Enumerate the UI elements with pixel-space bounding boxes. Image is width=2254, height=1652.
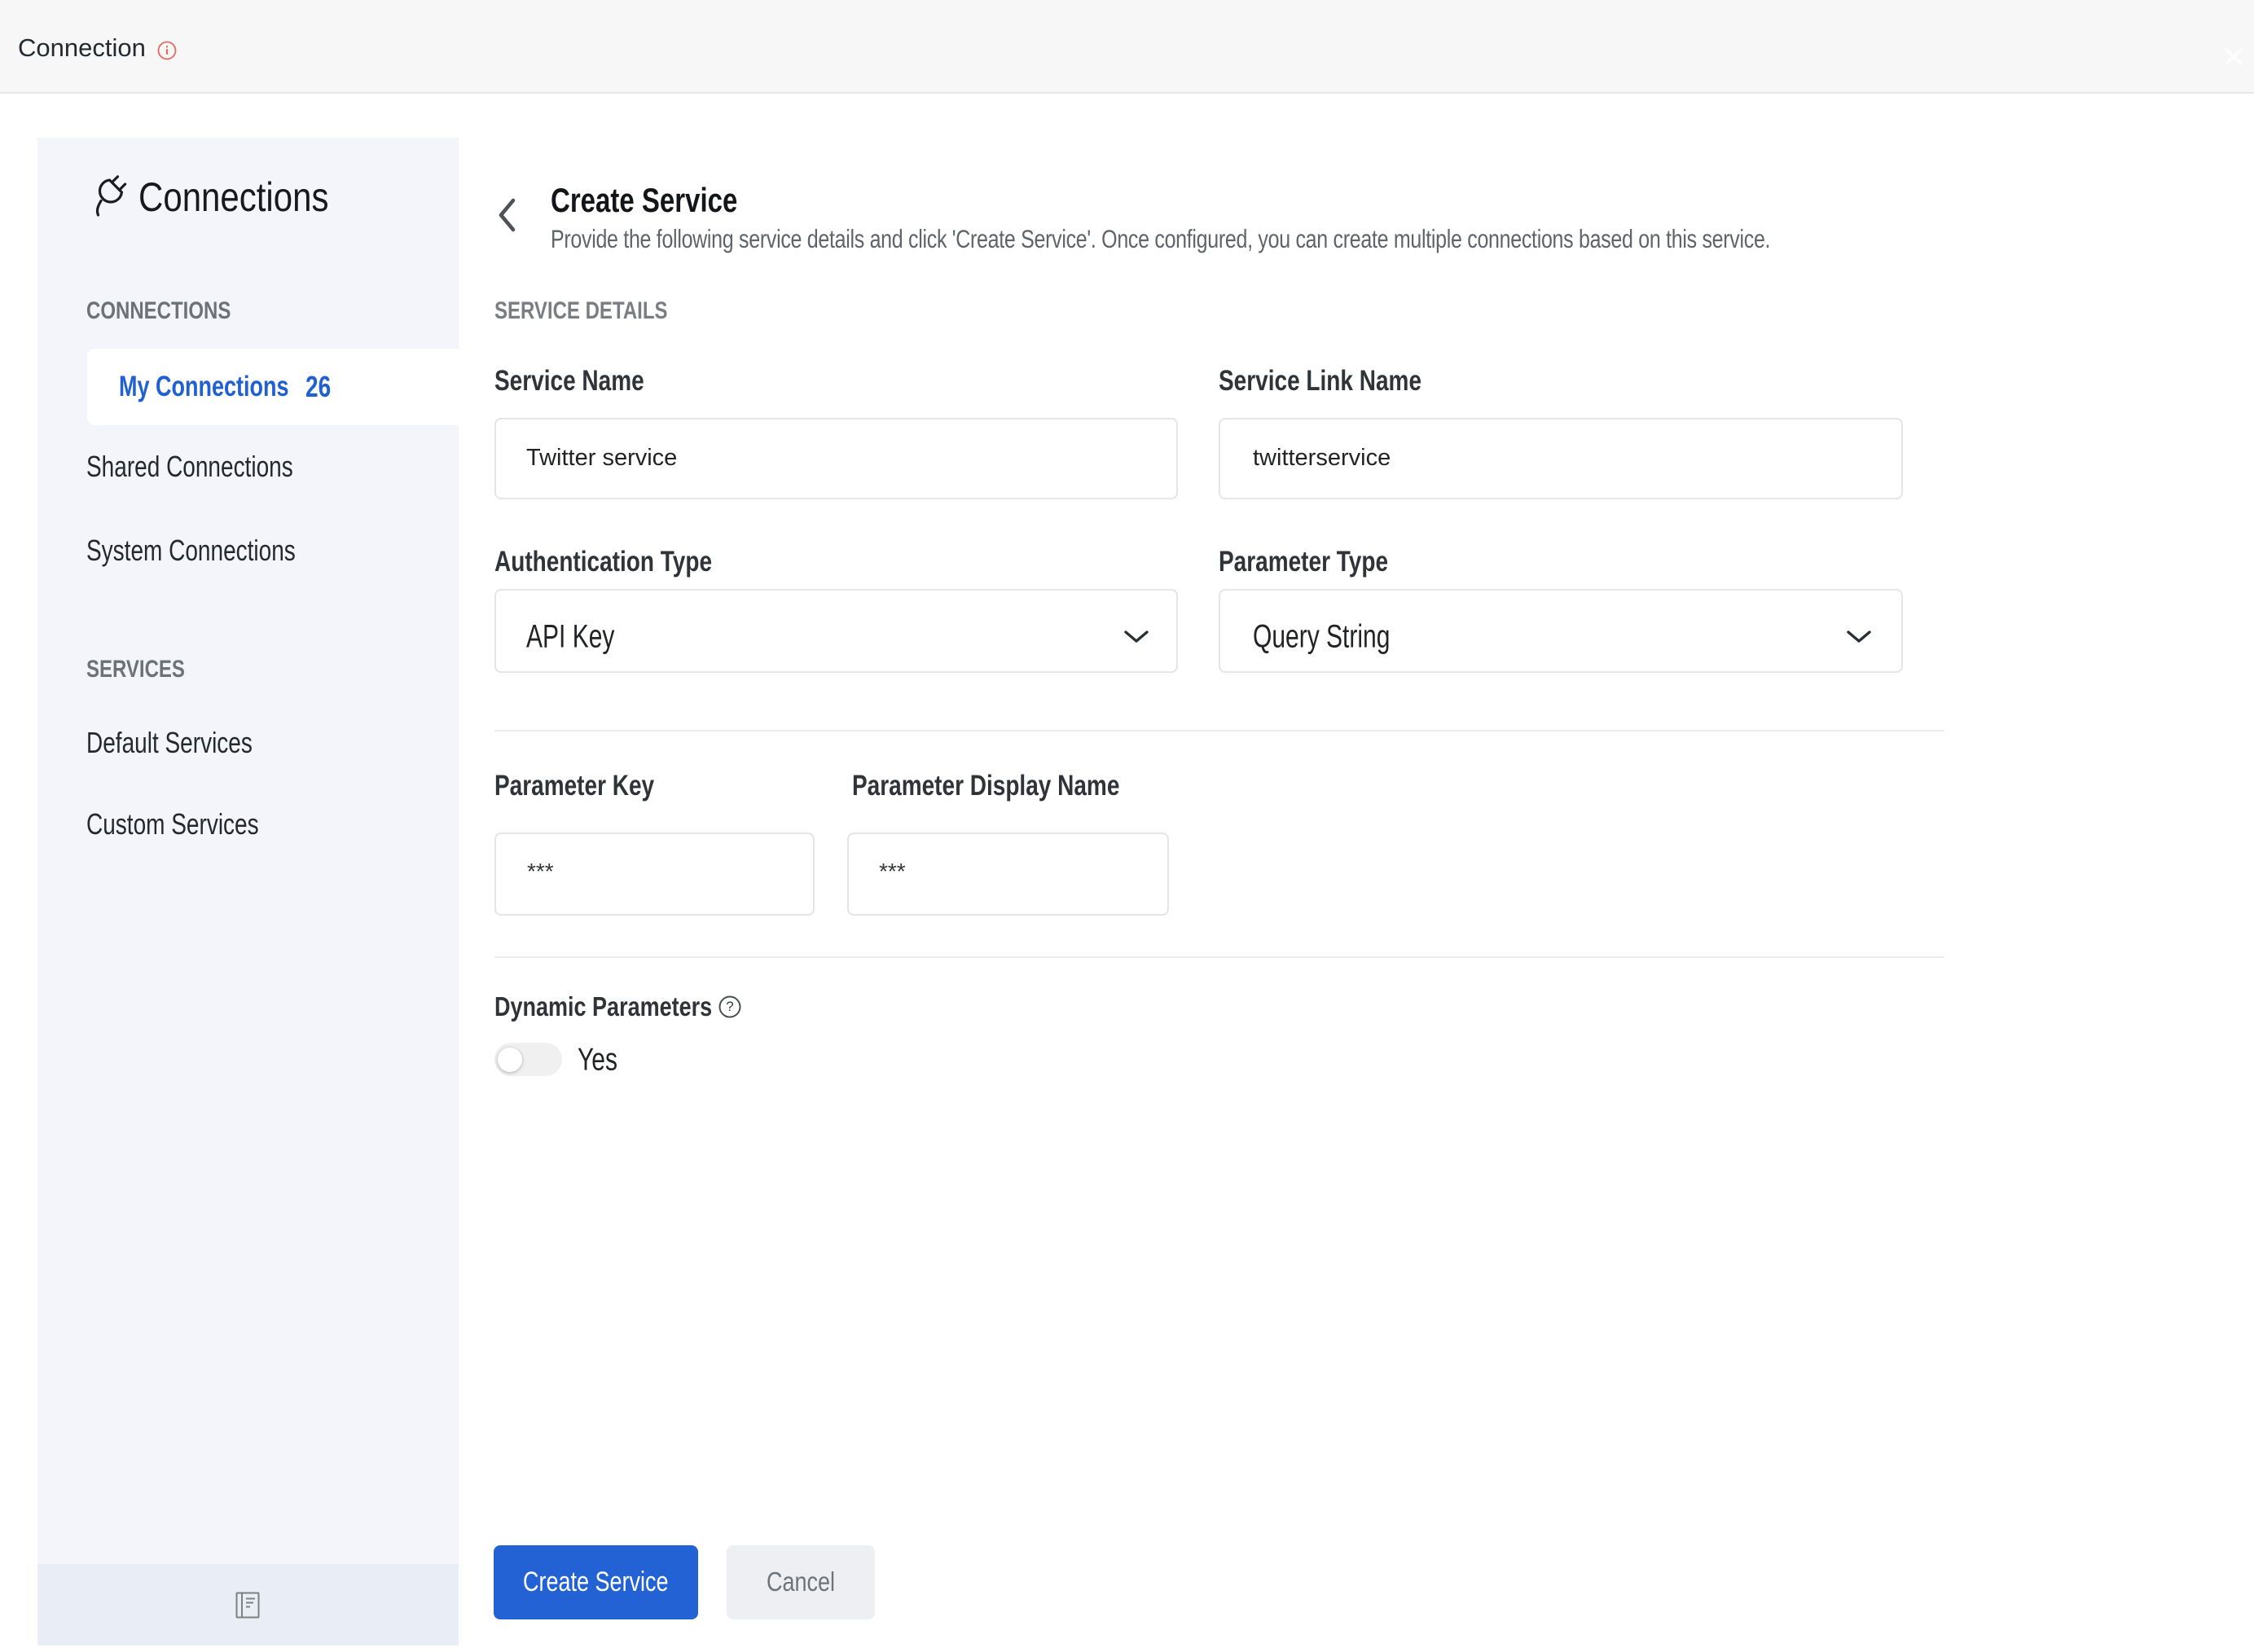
svg-text:?: ? [726,999,733,1014]
